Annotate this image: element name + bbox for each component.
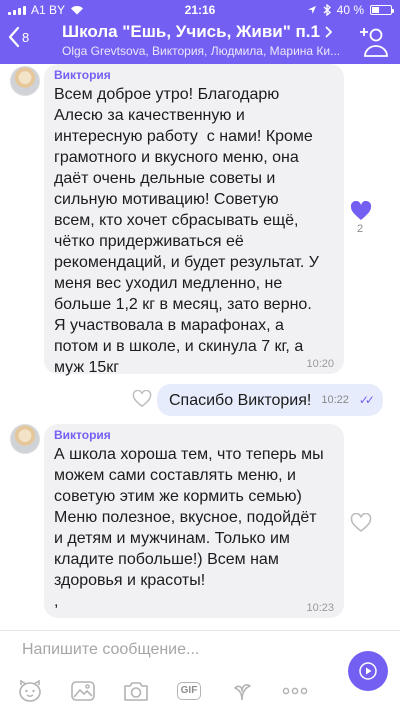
like-button[interactable]: [350, 512, 372, 538]
message-input[interactable]: Напишите сообщение...: [22, 641, 199, 659]
message-sender: Виктория: [54, 428, 111, 442]
chat-title-text: Школа "Ешь, Учись, Живи" п.1: [62, 22, 320, 41]
send-button[interactable]: [348, 651, 388, 691]
signal-icon: [8, 5, 26, 15]
chat-header: 8 Школа "Ешь, Учись, Живи" п.1 Olga Grev…: [0, 20, 400, 64]
message-time: 10:23: [306, 602, 334, 614]
more-options-button[interactable]: [281, 679, 309, 703]
message-text: Всем доброе утро! Благодарю Алесю за кач…: [54, 86, 319, 376]
back-count: 8: [22, 29, 30, 45]
message-time: 10:22: [321, 394, 349, 406]
message-sender: Виктория: [54, 68, 111, 82]
sticker-icon: [19, 679, 41, 702]
sticker-button[interactable]: [16, 679, 44, 703]
status-time: 21:16: [184, 3, 216, 17]
heart-outline-icon: [132, 389, 152, 408]
send-icon: [359, 662, 377, 680]
battery-icon: [370, 5, 394, 15]
camera-button[interactable]: [122, 679, 150, 703]
back-button[interactable]: 8: [8, 26, 29, 48]
read-receipt-icon: ✓✓: [358, 393, 375, 407]
incoming-message[interactable]: Виктория А школа хороша тем, что теперь …: [44, 424, 344, 618]
composer: Напишите сообщение... GIF: [0, 630, 400, 711]
message-text: А школа хороша тем, что теперь мы можем …: [54, 446, 324, 610]
doodle-button[interactable]: [228, 679, 256, 703]
status-left: A1 BY: [8, 3, 148, 17]
gallery-icon: [71, 681, 95, 701]
bluetooth-icon: [323, 4, 331, 16]
incoming-message[interactable]: Виктория Всем доброе утро! Благодарю Але…: [44, 64, 344, 376]
chevron-left-icon: [8, 26, 20, 48]
battery-percent: 40 %: [336, 3, 364, 17]
outgoing-message[interactable]: Спасибо Виктория! 10:22 ✓✓: [157, 384, 383, 416]
more-icon: [282, 687, 308, 695]
status-bar: A1 BY 21:16 40 %: [0, 0, 400, 20]
carrier-label: A1 BY: [31, 3, 66, 17]
location-icon: [307, 6, 316, 14]
chevron-right-icon: [325, 26, 332, 38]
like-count: 2: [357, 223, 364, 235]
chat-participants: Olga Grevtsova, Виктория, Людмила, Марин…: [62, 44, 341, 58]
heart-outline-icon: [350, 512, 372, 533]
heart-filled-icon: [350, 200, 372, 220]
gif-icon: GIF: [176, 682, 202, 700]
camera-icon: [124, 682, 148, 701]
status-right: 40 %: [252, 3, 394, 17]
avatar[interactable]: [10, 424, 40, 454]
wifi-icon: [71, 6, 84, 15]
like-button[interactable]: [132, 389, 152, 413]
chat-title-area[interactable]: Школа "Ешь, Учись, Живи" п.1 Olga Grevts…: [62, 22, 352, 58]
message-list[interactable]: Виктория Всем доброе утро! Благодарю Але…: [0, 64, 400, 630]
add-user-icon: [360, 28, 388, 57]
chat-title: Школа "Ешь, Учись, Живи" п.1: [62, 22, 352, 42]
avatar[interactable]: [10, 66, 40, 96]
doodle-icon: [234, 684, 251, 701]
message-text: Спасибо Виктория!: [169, 391, 312, 409]
add-participant-button[interactable]: [360, 26, 388, 63]
gif-button[interactable]: GIF: [175, 679, 203, 703]
composer-toolbar: GIF: [16, 679, 309, 703]
gallery-button[interactable]: [69, 679, 97, 703]
message-time: 10:20: [306, 358, 334, 370]
